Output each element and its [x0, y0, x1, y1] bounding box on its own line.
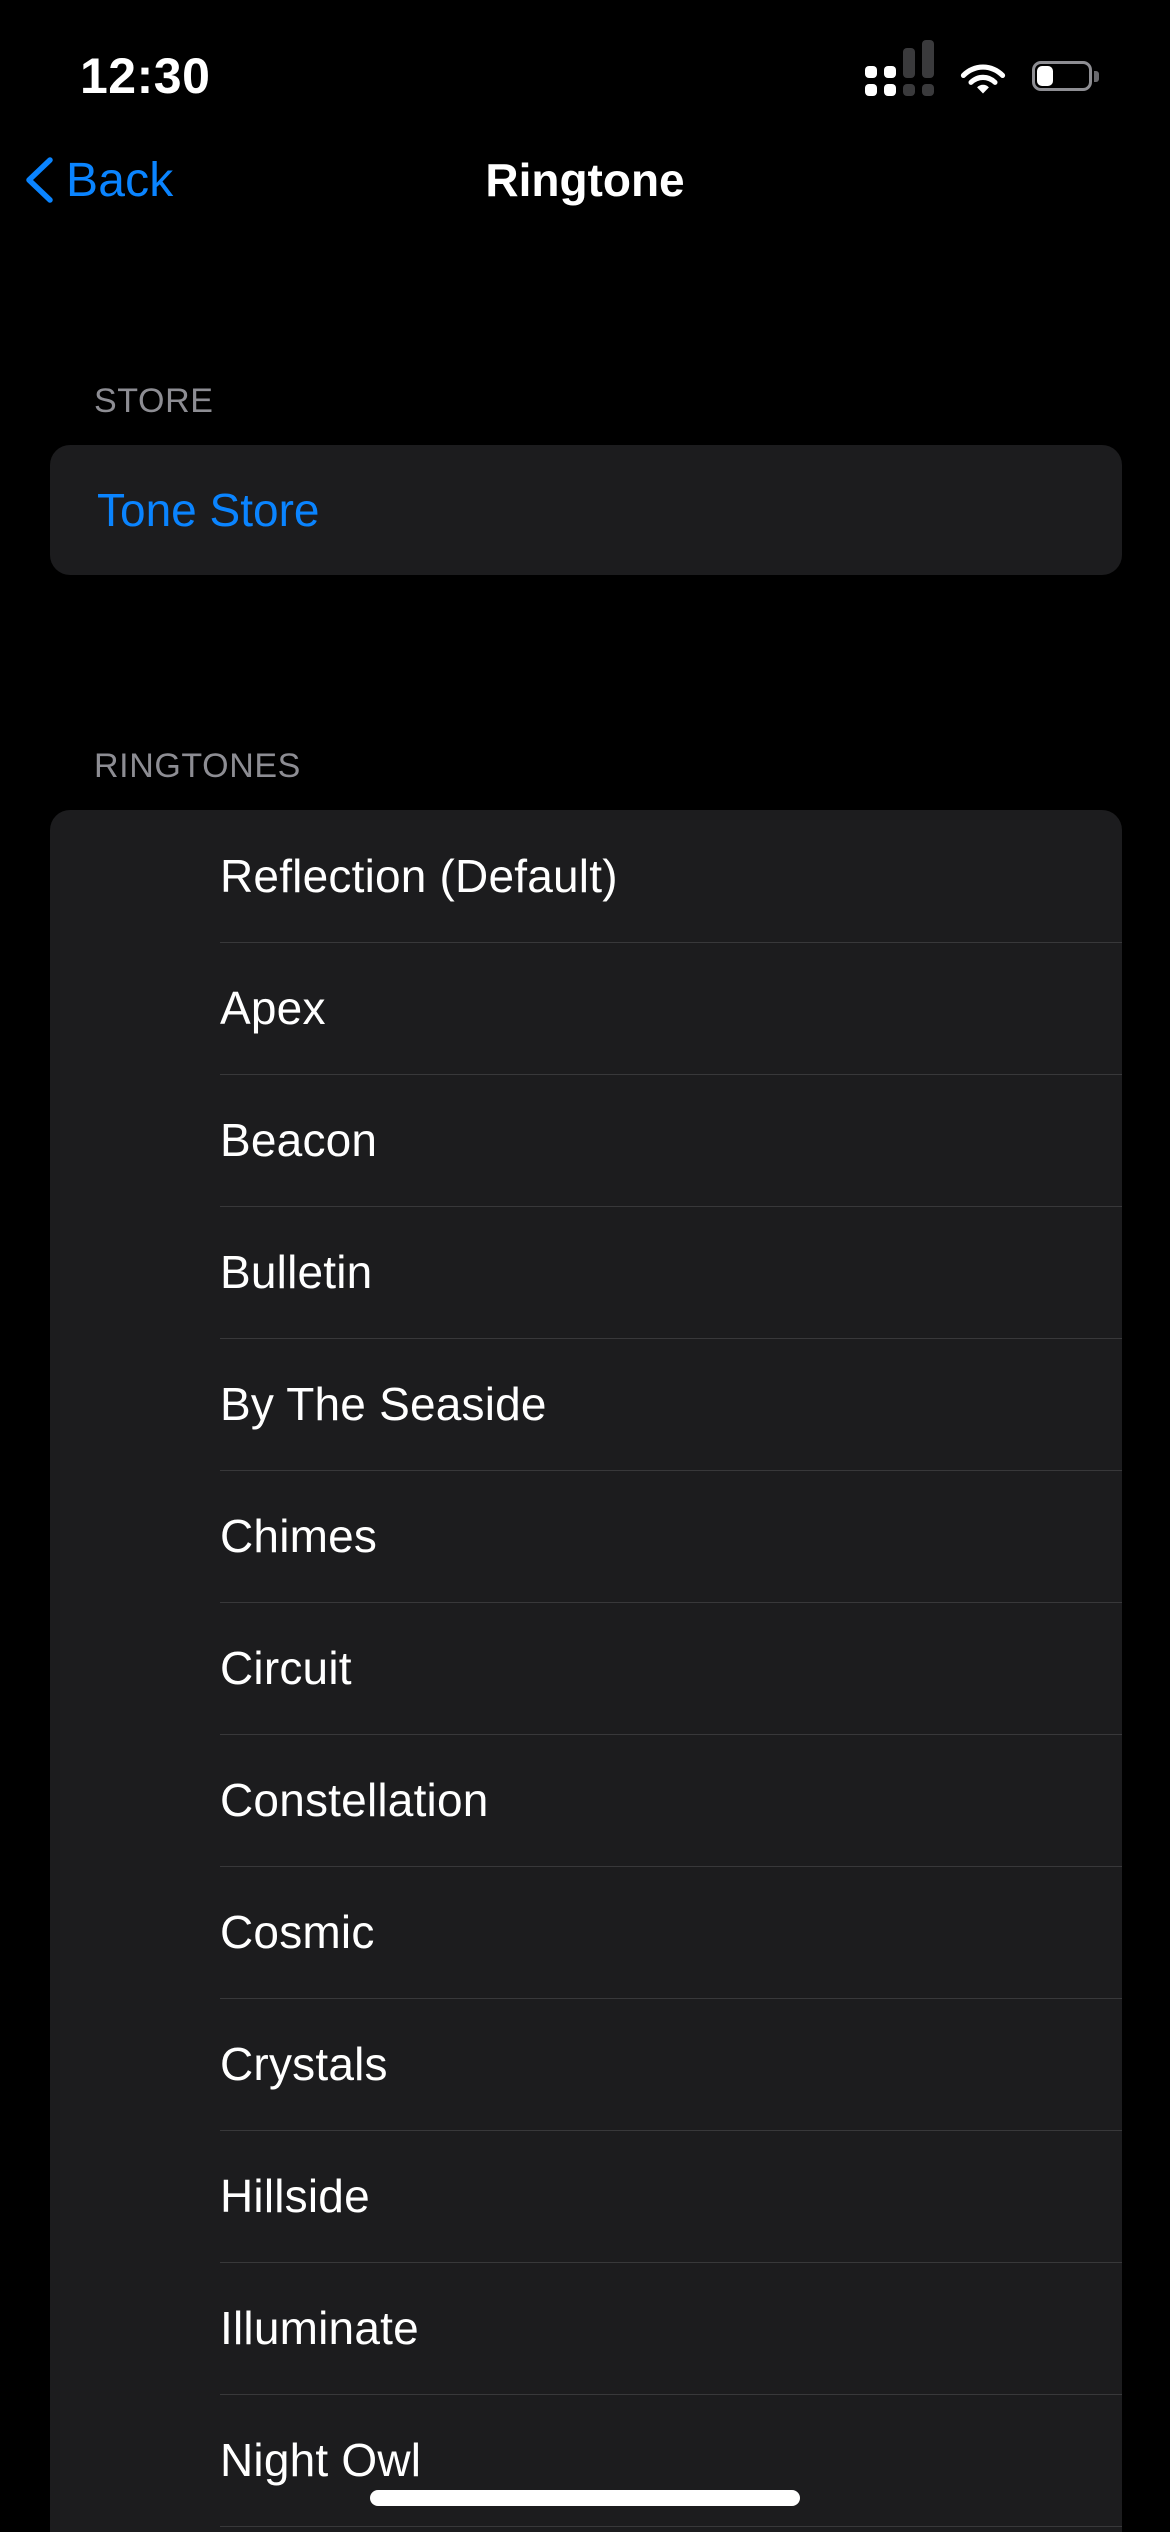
list-item-label: Illuminate	[220, 2302, 419, 2354]
list-item-label: Beacon	[220, 1114, 378, 1166]
list-item[interactable]: Constellation	[50, 1734, 1122, 1866]
list-item-label: Reflection (Default)	[220, 850, 618, 902]
battery-low-icon	[1032, 61, 1099, 91]
cellular-signal-icon	[865, 40, 934, 96]
list-item[interactable]: Cosmic	[50, 1866, 1122, 1998]
list-item[interactable]: Beacon	[50, 1074, 1122, 1206]
status-bar-icons	[865, 40, 1099, 96]
list-item[interactable]: Crystals	[50, 1998, 1122, 2130]
list-item-label: By The Seaside	[220, 1378, 547, 1430]
list-item-label: Crystals	[220, 2038, 388, 2090]
list-item[interactable]: Apex	[50, 942, 1122, 1074]
list-item[interactable]: Chimes	[50, 1470, 1122, 1602]
list-item[interactable]: Circuit	[50, 1602, 1122, 1734]
home-indicator	[370, 2490, 800, 2506]
list-item[interactable]: Illuminate	[50, 2262, 1122, 2394]
list-item-selected[interactable]: Opening	[50, 2526, 1122, 2532]
list-item-label: Night Owl	[220, 2434, 422, 2486]
list-item-label: Hillside	[220, 2170, 370, 2222]
page-title: Ringtone	[485, 154, 685, 206]
list-item-label: Apex	[220, 982, 326, 1034]
list-item-label: Circuit	[220, 1642, 352, 1694]
tone-store-row[interactable]: Tone Store	[50, 445, 1122, 575]
status-bar-time: 12:30	[80, 48, 211, 104]
store-section-header: STORE	[94, 382, 214, 420]
tone-store-label: Tone Store	[97, 484, 320, 536]
ringtones-section-header: RINGTONES	[94, 747, 301, 785]
list-item-label: Cosmic	[220, 1906, 375, 1958]
list-item[interactable]: Reflection (Default)	[50, 810, 1122, 942]
list-item-label: Bulletin	[220, 1246, 373, 1298]
list-item-label: Chimes	[220, 1510, 378, 1562]
wifi-icon	[960, 64, 1006, 94]
ringtones-list: Reflection (Default) Apex Beacon Bulleti…	[50, 810, 1122, 2532]
navigation-bar: Back Ringtone	[0, 130, 1170, 230]
ringtone-settings-screen: 12:30 Back Ringtone STORE Tone Store RIN…	[0, 0, 1170, 2532]
list-item-label: Constellation	[220, 1774, 489, 1826]
status-bar: 12:30	[0, 0, 1170, 130]
list-item[interactable]: By The Seaside	[50, 1338, 1122, 1470]
list-item[interactable]: Night Owl	[50, 2394, 1122, 2526]
list-item[interactable]: Hillside	[50, 2130, 1122, 2262]
settings-content: STORE Tone Store RINGTONES Reflection (D…	[0, 230, 1170, 2532]
list-item[interactable]: Bulletin	[50, 1206, 1122, 1338]
